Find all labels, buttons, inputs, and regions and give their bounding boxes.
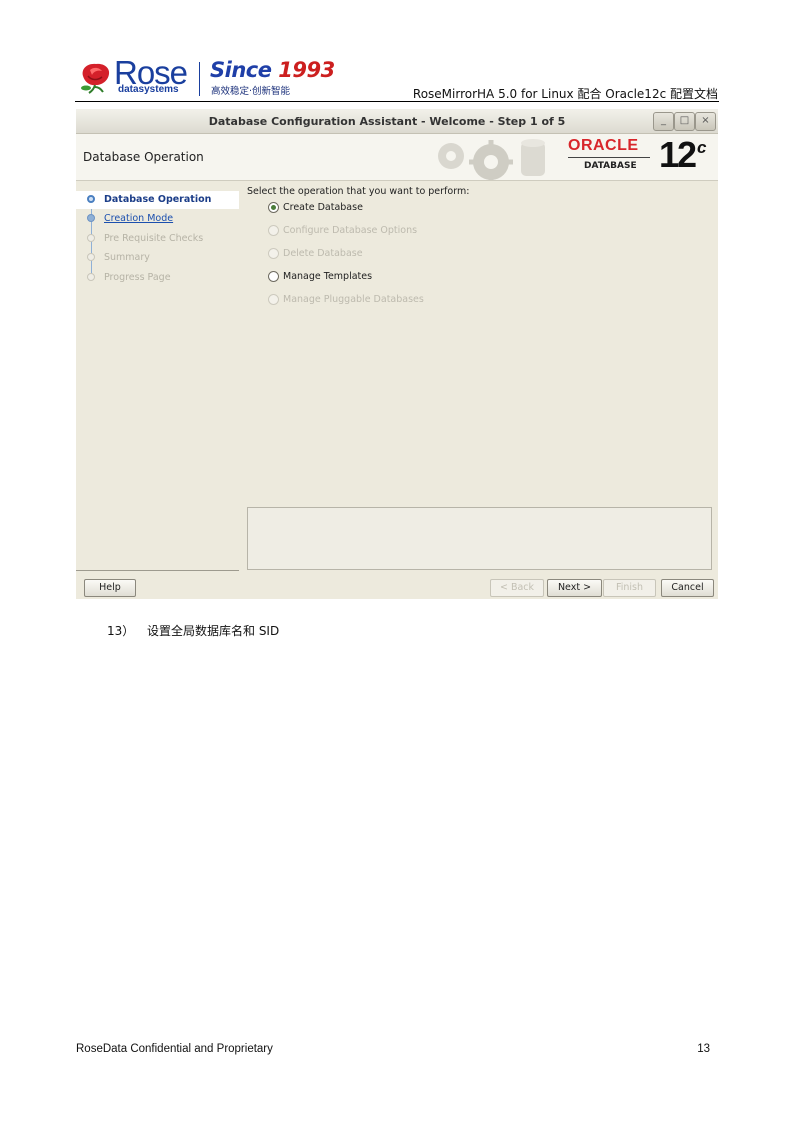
nav-item-label: Summary xyxy=(104,252,150,263)
nav-divider xyxy=(76,570,239,571)
version-badge: 12 c xyxy=(659,134,707,176)
step-text: 设置全局数据库名和 SID xyxy=(147,624,280,638)
oracle-rule xyxy=(568,157,650,158)
since-word: Since xyxy=(210,58,272,82)
nav-item-label: Pre Requisite Checks xyxy=(104,233,204,244)
radio-button xyxy=(268,294,279,305)
radio-button xyxy=(268,248,279,259)
nav-item-creation-mode[interactable]: Creation Mode xyxy=(76,210,239,228)
cancel-button[interactable]: Cancel xyxy=(661,579,714,597)
option-label: Configure Database Options xyxy=(283,225,418,236)
step-indicator-icon xyxy=(87,273,95,281)
step-indicator-icon xyxy=(87,234,95,242)
radio-button-selected[interactable] xyxy=(268,202,279,213)
rose-logo: Rose datasystems xyxy=(78,54,190,98)
radio-button xyxy=(268,225,279,236)
option-label: Create Database xyxy=(283,202,363,213)
option-label: Delete Database xyxy=(283,248,363,259)
nav-item-prerequisite-checks: Pre Requisite Checks xyxy=(76,230,239,248)
maximize-button[interactable]: □ xyxy=(674,112,695,131)
step-banner: Database Operation ORACLE DATABASE 12 c xyxy=(76,134,718,181)
close-button[interactable]: × xyxy=(695,112,716,131)
step-navigation: Database Operation Creation Mode Pre Req… xyxy=(76,181,239,571)
page-number: 13 xyxy=(697,1043,710,1055)
step-number: 13） xyxy=(107,624,135,638)
oracle-wordmark: ORACLE xyxy=(568,137,639,154)
oracle-database-label: DATABASE xyxy=(584,161,637,171)
slogan: 高效稳定·创新智能 xyxy=(211,86,291,97)
back-button: < Back xyxy=(490,579,544,597)
operation-prompt: Select the operation that you want to pe… xyxy=(247,186,470,197)
logo-subtext: datasystems xyxy=(118,84,179,95)
nav-item-label: Creation Mode xyxy=(104,213,174,224)
footer-confidential: RoseData Confidential and Proprietary xyxy=(76,1043,273,1055)
next-button[interactable]: Next > xyxy=(547,579,602,597)
help-button[interactable]: Help xyxy=(84,579,136,597)
finish-button: Finish xyxy=(603,579,656,597)
option-label: Manage Templates xyxy=(283,271,373,282)
logo-divider xyxy=(199,62,200,96)
banner-title: Database Operation xyxy=(83,150,204,164)
window-titlebar: Database Configuration Assistant - Welco… xyxy=(76,109,718,134)
version-number: 12 xyxy=(659,134,697,175)
version-suffix: c xyxy=(697,138,707,157)
since-tagline: Since 1993 xyxy=(210,58,335,82)
dbca-window: Database Configuration Assistant - Welco… xyxy=(76,109,718,599)
option-label: Manage Pluggable Databases xyxy=(283,294,424,305)
step-indicator-icon xyxy=(87,253,95,261)
radio-button[interactable] xyxy=(268,271,279,282)
rose-flower-icon xyxy=(81,63,110,94)
document-title: RoseMirrorHA 5.0 for Linux 配合 Oracle12c … xyxy=(412,87,718,101)
gears-icon xyxy=(438,139,545,180)
nav-item-label: Progress Page xyxy=(104,272,171,283)
nav-item-progress-page: Progress Page xyxy=(76,269,239,287)
minimize-button[interactable]: _ xyxy=(653,112,674,131)
nav-item-summary: Summary xyxy=(76,249,239,267)
header-divider xyxy=(75,101,719,102)
step-indicator-icon xyxy=(87,195,95,203)
since-year: 1993 xyxy=(278,58,335,82)
step-instruction: 13） 设置全局数据库名和 SID xyxy=(107,622,279,639)
window-title: Database Configuration Assistant - Welco… xyxy=(208,115,566,128)
message-area xyxy=(247,507,712,570)
nav-item-label: Database Operation xyxy=(104,194,212,205)
oracle-logo: ORACLE DATABASE xyxy=(568,137,656,174)
operation-panel: Select the operation that you want to pe… xyxy=(247,181,718,571)
step-indicator-icon xyxy=(87,214,95,222)
nav-item-database-operation[interactable]: Database Operation xyxy=(76,191,239,209)
